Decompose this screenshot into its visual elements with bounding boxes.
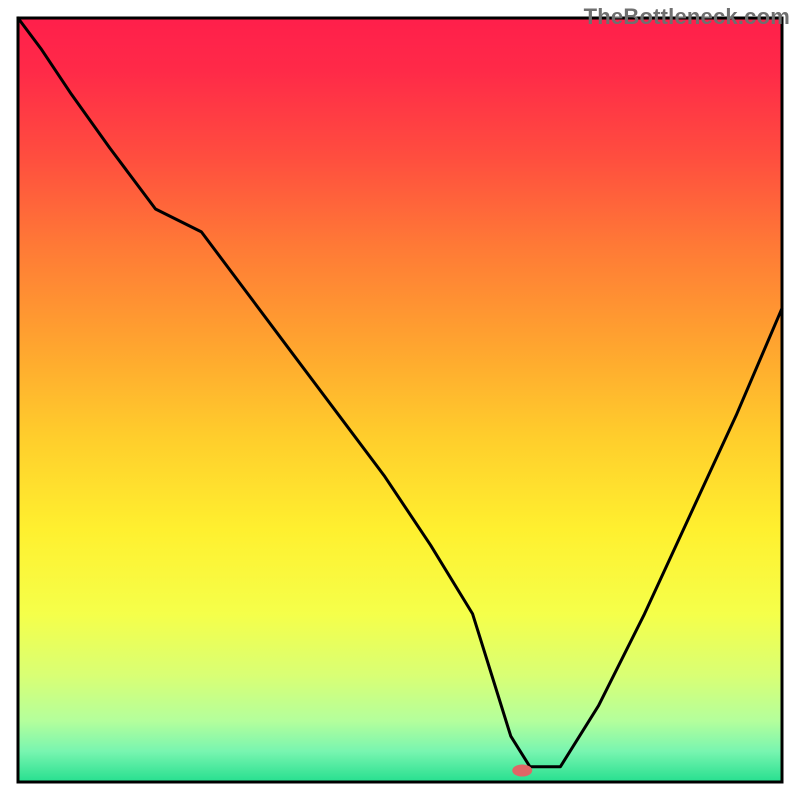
chart-container: TheBottleneck.com xyxy=(0,0,800,800)
optimal-marker xyxy=(512,765,532,777)
plot-background xyxy=(18,18,782,782)
watermark-text: TheBottleneck.com xyxy=(584,4,790,30)
bottleneck-chart xyxy=(0,0,800,800)
